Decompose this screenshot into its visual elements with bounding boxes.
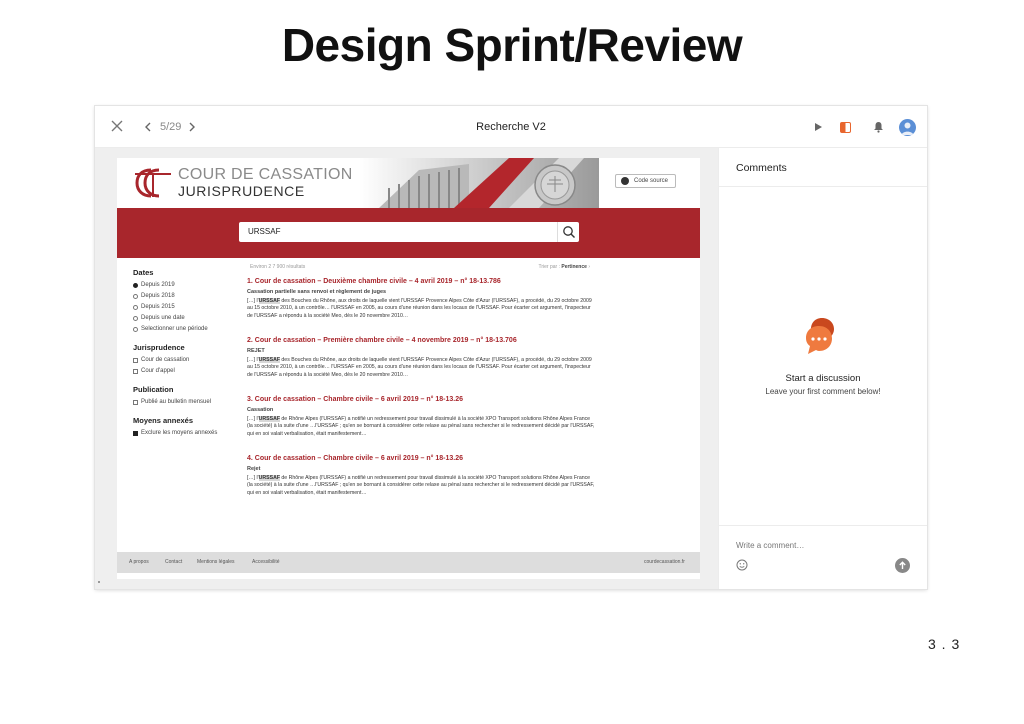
footer-legal-link[interactable]: Mentions légales [197,559,235,565]
filter-heading: Moyens annexés [133,416,194,425]
source-code-button[interactable]: Code source [615,174,676,188]
footer-about-link[interactable]: A propos [129,559,149,565]
prototype-canvas: COUR DE CASSATION JURISPRUDENCE Code sou… [95,148,718,589]
result-item: 4. Cour de cassation – Chambre civile – … [247,455,597,514]
footer-contact-link[interactable]: Contact [165,559,182,565]
filter-option-label: Cour de cassation [141,357,190,363]
filter-heading: Dates [133,268,154,277]
comments-title: Comments [736,162,787,174]
filter-option[interactable]: Selectionner une période [133,324,238,335]
results-count: Environ 2 7 900 résultats [250,264,306,270]
footer-accessibility-link[interactable]: Accessibilité [252,559,280,565]
search-input[interactable]: URSSAF [248,227,280,236]
arrow-up-icon [899,561,906,569]
play-icon[interactable] [813,122,823,132]
sort-control[interactable]: Trier par : Pertinence › [538,264,590,270]
comment-composer: Write a comment… [719,525,927,589]
filters-sidebar: Dates Depuis 2019 Depuis 2018 Depuis 2015 De… [133,268,238,439]
checkbox[interactable] [133,431,138,436]
avatar[interactable] [899,119,916,136]
start-discussion-hint: Leave your first comment below! [765,387,881,396]
result-snippet: […] l'URSSAF des Bouches du Rhône, aux d… [247,357,592,378]
radio-button[interactable] [133,283,138,288]
github-icon [621,177,629,185]
result-title-link[interactable]: 4. Cour de cassation – Chambre civile – … [247,455,597,466]
result-title-link[interactable]: 3. Cour de cassation – Chambre civile – … [247,396,597,407]
search-term-highlight: URSSAF [258,416,280,422]
send-button[interactable] [895,558,910,573]
search-banner: URSSAF [117,208,700,258]
emoji-icon[interactable] [736,559,748,571]
app-window: 5/29 Recherche V2 COUR DE CASSATION JURI… [95,106,927,589]
radio-button[interactable] [133,327,138,332]
search-button[interactable] [557,222,579,242]
top-toolbar: 5/29 Recherche V2 [95,106,927,148]
result-item: 1. Cour de cassation – Deuxième chambre … [247,278,597,337]
filter-option[interactable]: Depuis 2019 [133,280,238,291]
checkbox[interactable] [133,358,138,363]
filter-heading: Publication [133,385,174,394]
building-seal-illustration [359,158,599,208]
filter-option[interactable]: Depuis une date [133,313,238,324]
filter-option[interactable]: Depuis 2015 [133,302,238,313]
search-term-highlight: URSSAF [258,475,280,481]
radio-button[interactable] [133,316,138,321]
result-decision: Cassation [247,407,274,413]
chat-bubbles-icon [806,318,834,354]
filter-option-label: Depuis 2015 [141,304,175,310]
filter-option-label: Depuis 2018 [141,293,175,299]
filter-option-label: Depuis une date [141,315,185,321]
result-item: 2. Cour de cassation – Première chambre … [247,337,597,396]
radio-button[interactable] [133,305,138,310]
result-decision: Rejet [247,466,261,472]
canvas-marker [98,581,100,583]
result-snippet: […] l'URSSAF de Rhône Alpes (l'URSSAF) a… [247,416,595,437]
filter-option[interactable]: Publié au bulletin mensuel [133,397,238,408]
results-list: 1. Cour de cassation – Deuxième chambre … [247,278,597,514]
checkbox[interactable] [133,400,138,405]
filter-option[interactable]: Exclure les moyens annexés [133,428,238,439]
result-decision: Cassation partielle sans renvoi et règle… [247,289,387,295]
filter-option[interactable]: Cour d'appel [133,366,238,377]
checkbox[interactable] [133,369,138,374]
search-field[interactable]: URSSAF [239,222,579,242]
site-footer: A propos Contact Mentions légales Access… [117,552,700,573]
radio-button[interactable] [133,294,138,299]
result-item: 3. Cour de cassation – Chambre civile – … [247,396,597,455]
slide-number: 3 . 3 [928,636,961,652]
result-snippet: […] l'URSSAF de Rhône Alpes (l'URSSAF) a… [247,475,595,496]
logo-icon [135,168,171,198]
filter-option-label: Selectionner une période [141,326,208,332]
logo-line2: JURISPRUDENCE [178,183,305,199]
source-code-label: Code source [634,178,669,184]
result-decision: REJET [247,348,265,354]
filter-option-label: Exclure les moyens annexés [141,430,218,436]
footer-domain: courdecassation.fr [644,559,685,565]
site-screen[interactable]: COUR DE CASSATION JURISPRUDENCE Code sou… [117,158,700,579]
filter-option-label: Depuis 2019 [141,282,175,288]
filter-heading: Jurisprudence [133,343,185,352]
filter-option[interactable]: Cour de cassation [133,355,238,366]
search-icon [563,226,575,238]
search-term-highlight: URSSAF [258,298,280,304]
panel-icon[interactable] [840,122,851,133]
slide-title: Design Sprint/Review [281,19,743,71]
search-term-highlight: URSSAF [258,357,280,363]
bell-icon[interactable] [873,121,884,133]
filter-option-label: Publié au bulletin mensuel [141,399,212,405]
results-meta: Environ 2 7 900 résultats Trier par : Pe… [250,264,590,272]
site-header: COUR DE CASSATION JURISPRUDENCE Code sou… [117,158,700,208]
filter-option[interactable]: Depuis 2018 [133,291,238,302]
comments-header: Comments [719,148,927,187]
result-snippet: […] l'URSSAF des Bouches du Rhône, aux d… [247,298,592,319]
filter-option-label: Cour d'appel [141,368,175,374]
screen-title: Recherche V2 [476,121,546,133]
comment-input[interactable]: Write a comment… [736,541,916,555]
logo-line1: COUR DE CASSATION [178,166,353,183]
result-title-link[interactable]: 2. Cour de cassation – Première chambre … [247,337,597,348]
start-discussion-heading: Start a discussion [785,373,861,384]
result-title-link[interactable]: 1. Cour de cassation – Deuxième chambre … [247,278,597,289]
comments-panel: Comments Start a discussion Leave your f… [718,148,927,589]
